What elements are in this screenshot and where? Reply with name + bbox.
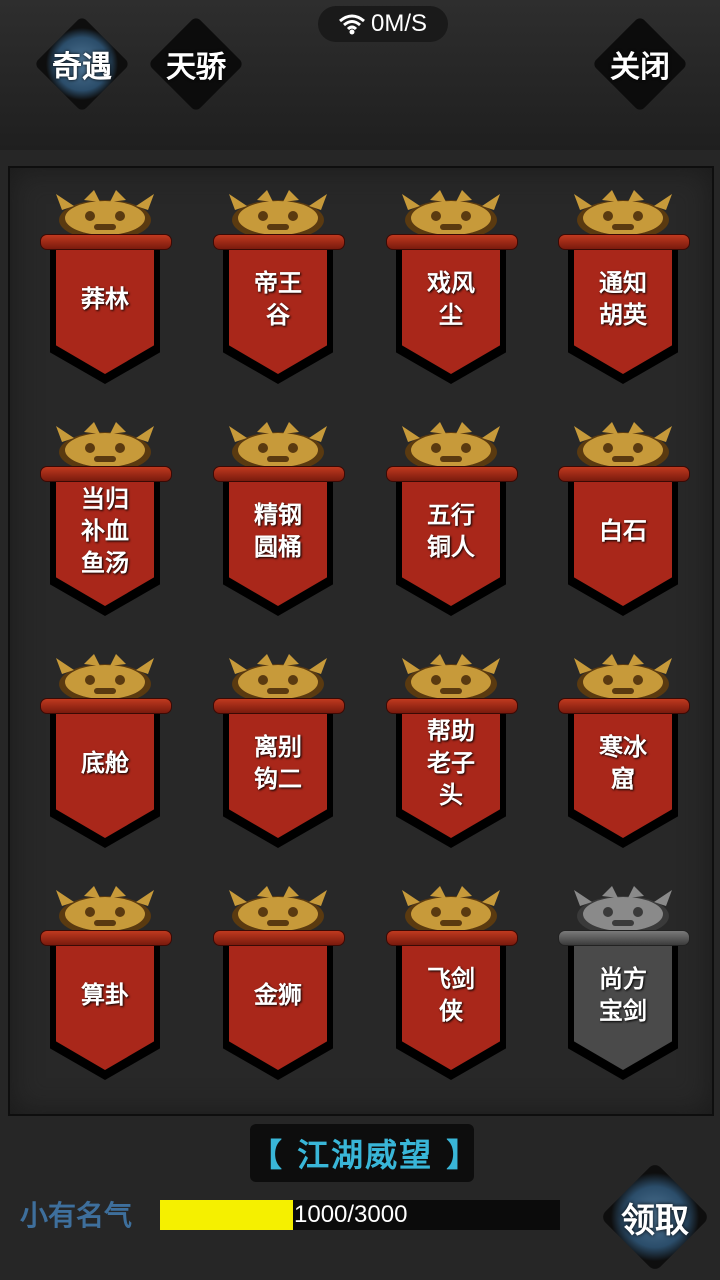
encounter-banner[interactable]: 寒冰 窟 [558,652,690,852]
encounter-name: 底舱 [81,748,129,777]
encounter-name: 白石 [599,516,647,545]
encounter-name: 莽林 [81,284,129,313]
tab-prodigies[interactable]: 天骄 [147,15,245,113]
encounter-banner[interactable]: 当归 补血 鱼汤 [40,420,172,620]
encounter-name: 寒冰 窟 [599,732,647,793]
encounter-name: 算卦 [81,980,129,1009]
close-button-label: 关闭 [610,50,670,85]
claim-button[interactable]: 领取 [596,1158,714,1276]
tab-encounters-label: 奇遇 [52,50,112,85]
encounter-banner[interactable]: 五行 铜人 [386,420,518,620]
encounter-banner[interactable]: 莽林 [40,188,172,388]
reputation-progress-bar: 1000/3000 [160,1200,560,1230]
reputation-rank: 小有名气 [20,1199,133,1232]
close-button[interactable]: 关闭 [591,15,689,113]
encounter-name: 离别 钩二 [254,732,302,793]
encounter-grid: 莽林 帝王 谷 戏风 尘 通知 胡英当归 补血 鱼汤 精钢 圆桶 五行 铜人 白石底舱 离别 … [40,188,690,1098]
reputation-progress-text: 1000/3000 [294,1201,408,1228]
encounter-name: 通知 胡英 [599,268,647,329]
tab-encounters[interactable]: 奇遇 [33,15,131,113]
encounter-banner[interactable]: 飞剑 侠 [386,884,518,1084]
encounter-panel: 莽林 帝王 谷 戏风 尘 通知 胡英当归 补血 鱼汤 精钢 圆桶 五行 铜人 白石底舱 离别 … [8,166,714,1116]
encounter-banner[interactable]: 帝王 谷 [213,188,345,388]
tab-prodigies-label: 天骄 [166,50,226,85]
encounter-banner[interactable]: 离别 钩二 [213,652,345,852]
encounter-banner[interactable]: 尚方 宝剑 [558,884,690,1084]
encounter-banner[interactable]: 白石 [558,420,690,620]
encounter-name: 飞剑 侠 [427,964,475,1025]
encounter-name: 精钢 圆桶 [254,500,302,561]
encounter-banner[interactable]: 通知 胡英 [558,188,690,388]
encounter-name: 帮助 老子 头 [427,716,475,809]
encounter-name: 尚方 宝剑 [599,964,647,1025]
encounter-banner[interactable]: 底舱 [40,652,172,852]
encounter-name: 金狮 [254,980,302,1009]
encounter-name: 当归 补血 鱼汤 [81,484,129,577]
reputation-title: 【 江湖威望 】 [250,1124,478,1182]
encounter-banner[interactable]: 戏风 尘 [386,188,518,388]
encounter-name: 五行 铜人 [427,500,475,561]
network-status: 0M/S [318,6,448,42]
encounter-banner[interactable]: 帮助 老子 头 [386,652,518,852]
claim-button-label: 领取 [621,1200,689,1241]
reputation-progress-fill [160,1200,294,1230]
encounter-banner[interactable]: 精钢 圆桶 [213,420,345,620]
encounter-name: 帝王 谷 [254,268,302,329]
encounter-banner[interactable]: 算卦 [40,884,172,1084]
encounter-name: 戏风 尘 [427,268,475,329]
network-speed: 0M/S [370,10,427,37]
encounter-banner[interactable]: 金狮 [213,884,345,1084]
wifi-icon [339,13,365,35]
